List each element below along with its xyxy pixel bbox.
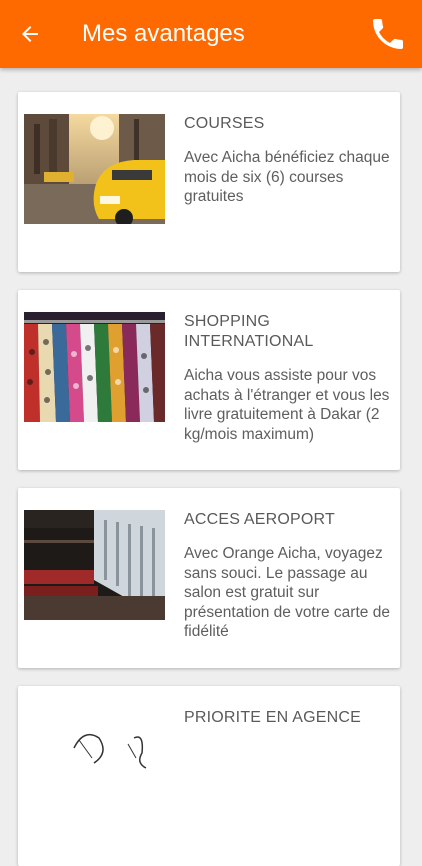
sketch-photo — [24, 708, 165, 818]
phone-icon — [373, 19, 403, 49]
benefit-card-priority[interactable]: PRIORITE EN AGENCE — [18, 686, 400, 866]
card-description: Aicha vous assiste pour vos achats à l'é… — [184, 367, 390, 443]
page-title: Mes avantages — [82, 20, 245, 47]
arrow-left-icon — [22, 26, 38, 42]
taxi-street-photo — [24, 114, 165, 224]
card-title: SHOPPING INTERNATIONAL — [184, 313, 314, 350]
benefit-card-courses[interactable]: COURSES Avec Aicha bénéficiez chaque moi… — [18, 92, 400, 272]
clothing-rack-photo — [24, 312, 165, 422]
card-title: COURSES — [184, 115, 265, 132]
card-description: Avec Aicha bénéficiez chaque mois de six… — [184, 149, 390, 205]
benefit-card-shopping[interactable]: SHOPPING INTERNATIONAL Aicha vous assist… — [18, 290, 400, 470]
app-bar: Mes avantages — [0, 0, 422, 68]
card-description: Avec Orange Aicha, voyagez sans souci. L… — [184, 545, 390, 640]
benefit-card-airport[interactable]: ACCES AEROPORT Avec Orange Aicha, voyage… — [18, 488, 400, 668]
back-button[interactable] — [12, 16, 48, 52]
airport-lounge-photo — [24, 510, 165, 620]
call-button[interactable] — [366, 12, 410, 56]
card-title: ACCES AEROPORT — [184, 511, 335, 528]
card-title: PRIORITE EN AGENCE — [184, 709, 361, 726]
